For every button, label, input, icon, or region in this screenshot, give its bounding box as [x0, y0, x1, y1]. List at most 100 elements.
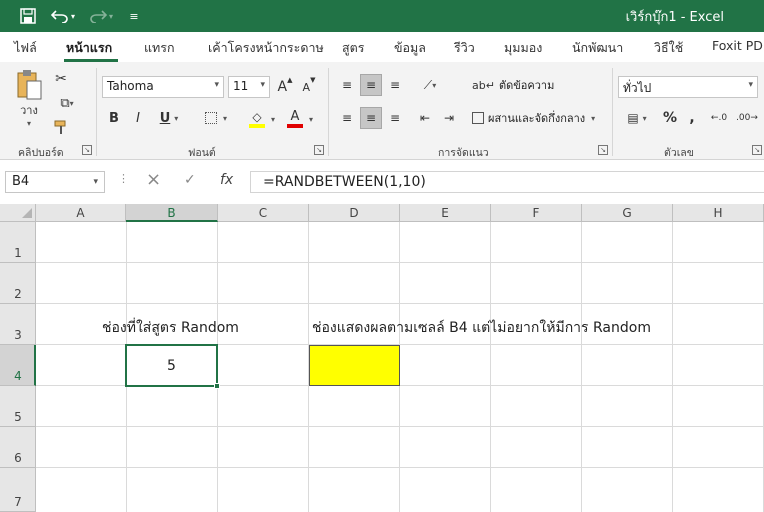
column-header-b[interactable]: B — [126, 204, 218, 222]
font-launcher-icon[interactable]: ↘ — [314, 145, 324, 155]
accounting-format-icon[interactable]: ▤ ▾ — [620, 107, 654, 129]
wrap-text-label: ตัดข้อความ — [498, 79, 555, 92]
row-header-6[interactable]: 6 — [0, 427, 36, 468]
font-color-button[interactable]: A ▾ — [282, 107, 318, 131]
cell-d3[interactable]: ช่องแสดงผลตามเซลล์ B4 แต่ไม่อยากให้มีการ… — [312, 317, 651, 339]
column-header-h[interactable]: H — [673, 204, 764, 222]
font-size-value: 11 — [233, 79, 249, 93]
formula-input[interactable]: =RANDBETWEEN(1,10) — [250, 171, 764, 193]
gridline — [36, 262, 764, 263]
column-header-c[interactable]: C — [218, 204, 309, 222]
font-name-value: Tahoma — [107, 79, 154, 93]
fill-handle[interactable] — [214, 383, 220, 389]
cell-d4-highlighted[interactable] — [309, 345, 400, 386]
cancel-icon[interactable]: × — [146, 169, 161, 190]
copy-icon[interactable]: ⧉ ▾ — [50, 92, 84, 114]
font-group-label: ฟอนต์ — [188, 147, 216, 159]
alignment-launcher-icon[interactable]: ↘ — [598, 145, 608, 155]
gridline — [490, 222, 491, 512]
insert-function-icon[interactable]: fx — [220, 172, 233, 188]
merge-center-button[interactable]: ผสานและจัดกึ่งกลาง ▾ — [472, 107, 604, 129]
name-box-value: B4 — [12, 174, 30, 189]
wrap-text-button[interactable]: ab↵ ตัดข้อความ — [472, 74, 562, 96]
customize-quick-access-icon[interactable]: ≡ — [126, 4, 142, 28]
cut-icon[interactable]: ✂ — [50, 68, 72, 90]
number-launcher-icon[interactable]: ↘ — [752, 145, 762, 155]
ribbon: วาง ▾ ✂ ⧉ ▾ คลิปบอร์ด ↘ Tahoma ▾ 11 ▾ A ▲ … — [0, 62, 764, 160]
align-center-icon[interactable]: ≡ — [360, 107, 382, 129]
row-header-5[interactable]: 5 — [0, 386, 36, 427]
select-all-button[interactable] — [0, 204, 36, 222]
column-header-g[interactable]: G — [582, 204, 673, 222]
number-format-combo[interactable]: ทั่วไป ▾ — [618, 76, 758, 98]
tab-review[interactable]: รีวิว — [454, 38, 475, 58]
cell-b3[interactable]: ช่องที่ใส่สูตร Random — [102, 317, 239, 339]
clipboard-launcher-icon[interactable]: ↘ — [82, 145, 92, 155]
gridline — [36, 426, 764, 427]
font-size-combo[interactable]: 11 ▾ — [228, 76, 270, 98]
align-top-icon[interactable]: ≡ — [336, 74, 358, 96]
column-header-e[interactable]: E — [400, 204, 491, 222]
decrease-indent-icon[interactable]: ⇤ — [414, 107, 436, 129]
orientation-icon[interactable]: ⟋ ▾ — [414, 74, 446, 96]
number-format-value: ทั่วไป — [623, 81, 652, 95]
italic-button[interactable]: I — [128, 107, 148, 129]
fill-color-icon: ◇ — [252, 110, 262, 124]
ribbon-tabs: ไฟล์ หน้าแรก แทรก เค้าโครงหน้ากระดาษ สูต… — [0, 32, 764, 62]
row-header-1[interactable]: 1 — [0, 222, 36, 263]
align-middle-icon[interactable]: ≡ — [360, 74, 382, 96]
grow-font-button[interactable]: A ▲ — [274, 76, 296, 98]
increase-decimal-icon[interactable]: ←.0 — [708, 107, 730, 129]
separator-dots-icon: ⋮ — [118, 172, 129, 185]
align-left-icon[interactable]: ≡ — [336, 107, 358, 129]
title-bar: ▾ ▾ ≡ เวิร์กบุ๊ก1 - Excel — [0, 0, 764, 32]
undo-icon[interactable]: ▾ — [48, 4, 78, 28]
gridline — [581, 222, 582, 512]
row-header-3[interactable]: 3 — [0, 304, 36, 345]
tab-insert[interactable]: แทรก — [144, 38, 175, 58]
group-separator — [96, 68, 97, 156]
redo-icon[interactable]: ▾ — [86, 4, 116, 28]
alignment-group-label: การจัดแนว — [438, 147, 489, 159]
tab-help[interactable]: วิธีใช้ — [654, 38, 683, 58]
align-bottom-icon[interactable]: ≡ — [384, 74, 406, 96]
row-header-2[interactable]: 2 — [0, 263, 36, 304]
format-painter-icon[interactable] — [50, 116, 72, 138]
paste-button[interactable]: วาง ▾ — [12, 68, 46, 128]
save-icon[interactable] — [14, 4, 42, 28]
align-right-icon[interactable]: ≡ — [384, 107, 406, 129]
bold-button[interactable]: B — [104, 107, 124, 129]
font-name-combo[interactable]: Tahoma ▾ — [102, 76, 224, 98]
row-header-7[interactable]: 7 — [0, 468, 36, 512]
column-header-a[interactable]: A — [36, 204, 126, 222]
chevron-down-icon: ▾ — [93, 177, 98, 187]
row-header-4[interactable]: 4 — [0, 345, 36, 386]
column-header-d[interactable]: D — [309, 204, 400, 222]
formula-bar: B4 ▾ ⋮ × ✓ fx =RANDBETWEEN(1,10) — [0, 160, 764, 204]
decrease-decimal-icon[interactable]: .00→ — [736, 107, 758, 129]
tab-file[interactable]: ไฟล์ — [14, 38, 37, 58]
tab-page-layout[interactable]: เค้าโครงหน้ากระดาษ — [208, 38, 324, 58]
merge-center-label: ผสานและจัดกึ่งกลาง — [488, 112, 586, 125]
borders-button[interactable]: ▾ — [198, 107, 234, 129]
enter-icon[interactable]: ✓ — [184, 172, 196, 188]
comma-style-button[interactable]: , — [684, 107, 700, 129]
underline-button[interactable]: U ▾ — [152, 107, 186, 129]
tab-data[interactable]: ข้อมูล — [394, 38, 426, 58]
paste-label: วาง — [20, 103, 38, 117]
name-box[interactable]: B4 ▾ — [5, 171, 105, 193]
chevron-down-icon: ▾ — [748, 80, 753, 90]
merge-center-icon — [472, 112, 484, 124]
tab-developer[interactable]: นักพัฒนา — [572, 38, 623, 58]
tab-home[interactable]: หน้าแรก — [66, 38, 112, 58]
percent-style-button[interactable]: % — [660, 107, 680, 129]
increase-indent-icon[interactable]: ⇥ — [438, 107, 460, 129]
column-header-f[interactable]: F — [491, 204, 582, 222]
fill-color-button[interactable]: ◇ ▾ — [242, 107, 282, 131]
tab-view[interactable]: มุมมอง — [504, 38, 542, 58]
tab-formulas[interactable]: สูตร — [342, 38, 364, 58]
cell-b4-value: 5 — [167, 358, 176, 374]
tab-foxit-pdf[interactable]: Foxit PDF — [712, 38, 764, 53]
gridline — [36, 303, 764, 304]
shrink-font-button[interactable]: A ▼ — [298, 76, 320, 98]
